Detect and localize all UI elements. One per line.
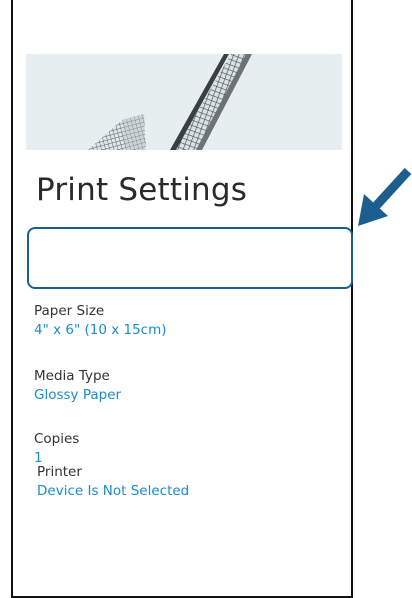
photo-preview-image — [26, 54, 342, 150]
printer-setting[interactable]: Printer Device Is Not Selected — [37, 463, 189, 501]
media-type-setting[interactable]: Media Type Glossy Paper — [34, 367, 121, 405]
copies-value: 1 — [34, 450, 43, 466]
arrow-pointing-down-left-icon — [358, 168, 412, 226]
paper-size-setting[interactable]: Paper Size 4" x 6" (10 x 15cm) — [34, 302, 167, 340]
media-type-label: Media Type — [34, 368, 110, 384]
copies-setting[interactable]: Copies 1 — [34, 430, 79, 468]
printer-setting-highlight[interactable]: Printer Device Is Not Selected — [27, 227, 353, 499]
photo-preview — [26, 54, 342, 150]
phone-screen: Print Settings Printer Device Is Not Sel… — [11, 0, 353, 598]
printer-value: Device Is Not Selected — [37, 483, 190, 499]
page-title: Print Settings — [36, 172, 248, 208]
media-type-value: Glossy Paper — [34, 387, 122, 403]
paper-size-label: Paper Size — [34, 303, 105, 319]
paper-size-value: 4" x 6" (10 x 15cm) — [34, 322, 167, 338]
copies-label: Copies — [34, 431, 80, 447]
